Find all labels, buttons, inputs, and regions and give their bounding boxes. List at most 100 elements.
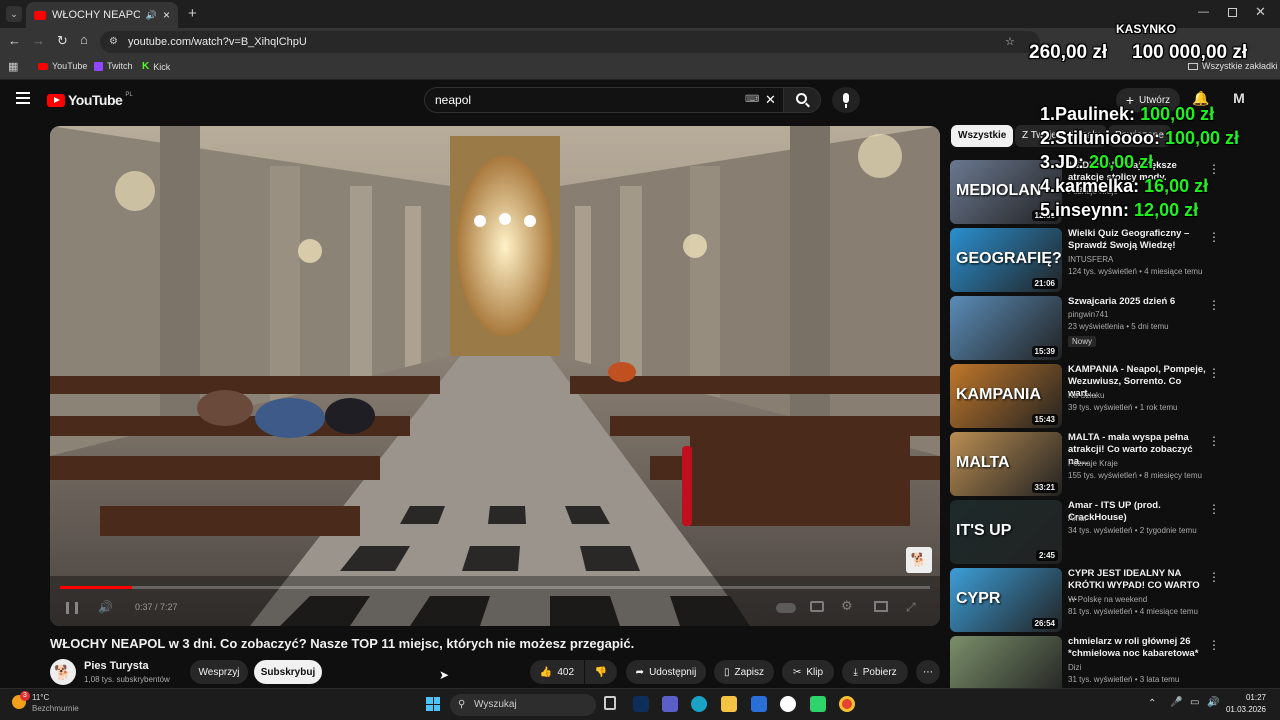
subtitles-icon[interactable] — [810, 601, 824, 612]
video-thumbnail[interactable]: CYPR 26:54 — [950, 568, 1062, 632]
app-g-icon[interactable] — [780, 696, 796, 712]
more-vertical-icon[interactable]: ⋮ — [1208, 570, 1220, 584]
voice-search-button[interactable] — [832, 87, 860, 113]
store-icon[interactable] — [751, 696, 767, 712]
forward-icon[interactable]: → — [32, 33, 45, 48]
video-title[interactable]: Szwajcaria 2025 dzień 6 — [1068, 296, 1208, 308]
video-title[interactable]: chmielarz w roli głównej 26 *chmielowa n… — [1068, 636, 1208, 660]
sidebar-video-item[interactable]: chmielarz w roli głównej 26 *chmielowa n… — [950, 636, 1270, 700]
chip-all[interactable]: Wszystkie — [951, 125, 1014, 147]
sidebar-video-item[interactable]: KAMPANIA 15:43 KAMPANIA - Neapol, Pompeje,… — [950, 364, 1270, 428]
save-button[interactable]: ▯ Zapisz — [714, 660, 774, 684]
audio-playing-icon[interactable]: 🔊 — [146, 10, 157, 21]
settings-gear-icon[interactable]: ⚙ — [841, 598, 853, 614]
app-green-icon[interactable] — [810, 696, 826, 712]
tray-mic-icon[interactable]: 🎤 — [1170, 697, 1182, 708]
close-tab-icon[interactable]: × — [163, 8, 170, 22]
task-view-icon[interactable] — [604, 696, 616, 710]
more-vertical-icon[interactable]: ⋮ — [1208, 434, 1220, 448]
channel-name[interactable]: Dizi — [1068, 663, 1081, 672]
tray-chevron-icon[interactable]: ⌃ — [1148, 698, 1156, 709]
channel-name[interactable]: Pies Turysta — [84, 660, 149, 672]
active-tab[interactable]: WŁOCHY NEAPOL w 3 dni. Co 🔊 × — [26, 2, 178, 28]
home-icon[interactable]: ⌂ — [80, 32, 88, 47]
video-thumbnail[interactable]: 15:39 — [950, 296, 1062, 360]
miniplayer-icon[interactable] — [874, 601, 888, 612]
channel-name[interactable]: Na Szlaku — [1068, 391, 1104, 400]
sidebar-video-item[interactable]: IT'S UP 2:45 Amar - ITS UP (prod. CrackHou… — [950, 500, 1270, 564]
video-thumbnail[interactable]: KAMPANIA 15:43 — [950, 364, 1062, 428]
sidebar-video-item[interactable]: GEOGRAFIĘ? 21:06 Wielki Quiz Geograficzny … — [950, 228, 1270, 292]
share-button[interactable]: ➦ Udostępnij — [626, 660, 706, 684]
autoplay-toggle[interactable] — [776, 603, 796, 613]
search-button[interactable] — [783, 87, 821, 113]
support-button[interactable]: Wesprzyj — [190, 660, 248, 684]
video-thumbnail[interactable]: GEOGRAFIĘ? 21:06 — [950, 228, 1062, 292]
video-title[interactable]: Amar - ITS UP (prod. CrackHouse) — [1068, 500, 1208, 524]
sidebar-video-item[interactable]: 15:39 Szwajcaria 2025 dzień 6 pingwin741 23… — [950, 296, 1270, 360]
apps-grid-icon[interactable]: ▦ — [8, 60, 18, 73]
tray-network-icon[interactable]: ▭ — [1190, 697, 1199, 708]
new-tab-button[interactable]: + — [188, 5, 197, 22]
taskbar-search[interactable]: ⚲ Wyszukaj — [450, 694, 596, 716]
volume-icon[interactable]: 🔊 — [98, 600, 113, 614]
progress-track[interactable] — [60, 586, 930, 589]
site-info-icon[interactable]: ⚙ — [109, 31, 118, 53]
edge-icon[interactable] — [691, 696, 707, 712]
search-input[interactable]: neapol ⌨ ✕ — [424, 87, 784, 113]
subscribe-button[interactable]: Subskrybuj — [254, 660, 322, 684]
channel-watermark-icon[interactable]: 🐕 — [906, 547, 932, 573]
more-vertical-icon[interactable]: ⋮ — [1208, 162, 1220, 176]
bookmark-youtube[interactable]: YouTube — [38, 61, 87, 71]
dislike-button[interactable]: 👎 — [585, 660, 617, 684]
download-icon: ⤓ — [853, 666, 858, 678]
more-actions-button[interactable]: ⋯ — [916, 660, 940, 684]
sidebar-video-item[interactable]: MALTA 33:21 MALTA - mała wyspa pełna atrak… — [950, 432, 1270, 496]
tray-volume-icon[interactable]: 🔊 — [1207, 697, 1219, 708]
window-close-button[interactable]: ✕ — [1255, 4, 1266, 20]
channel-name[interactable]: pingwin741 — [1068, 310, 1108, 319]
pause-button[interactable] — [66, 602, 78, 614]
bookmark-kick[interactable]: K Kick — [142, 61, 170, 72]
video-title[interactable]: Wielki Quiz Geograficzny – Sprawdź Swoją… — [1068, 228, 1208, 252]
teams-icon[interactable] — [662, 696, 678, 712]
more-vertical-icon[interactable]: ⋮ — [1208, 366, 1220, 380]
channel-avatar[interactable]: 🐕 — [50, 659, 76, 685]
clear-search-icon[interactable]: ✕ — [765, 88, 776, 112]
window-minimize-button[interactable]: — — [1198, 6, 1209, 18]
video-thumbnail[interactable]: MALTA 33:21 — [950, 432, 1062, 496]
weather-widget[interactable]: 3 11°C Bezchmurnie — [12, 691, 112, 717]
file-explorer-icon[interactable] — [721, 696, 737, 712]
channel-name[interactable]: W Polskę na weekend — [1068, 595, 1147, 604]
more-vertical-icon[interactable]: ⋮ — [1208, 502, 1220, 516]
keyboard-icon[interactable]: ⌨ — [745, 88, 759, 112]
clock-date[interactable]: 01.03.2026 — [1222, 705, 1266, 714]
url-field[interactable]: ⚙ youtube.com/watch?v=B_XihqlChpU ☆ — [100, 31, 1040, 53]
more-vertical-icon[interactable]: ⋮ — [1208, 298, 1220, 312]
channel-name[interactable]: INTUSFERA — [1068, 255, 1113, 264]
start-windows-icon[interactable] — [426, 697, 440, 711]
like-button[interactable]: 👍 402 — [530, 660, 584, 684]
channel-name[interactable]: Poznaje Kraje — [1068, 459, 1118, 468]
fullscreen-icon[interactable]: ⤢ — [906, 600, 916, 615]
video-player[interactable]: 🐕 🔊 0:37 / 7:27 ⚙ ⤢ — [50, 126, 940, 626]
window-maximize-button[interactable] — [1228, 8, 1237, 17]
account-avatar[interactable]: M — [1230, 90, 1248, 108]
bookmark-star-icon[interactable]: ☆ — [1005, 31, 1015, 53]
reload-icon[interactable]: ↻ — [57, 33, 68, 49]
more-vertical-icon[interactable]: ⋮ — [1208, 230, 1220, 244]
back-icon[interactable]: ← — [8, 33, 21, 48]
youtube-logo[interactable]: YouTube PL — [47, 92, 133, 108]
video-thumbnail[interactable]: IT'S UP 2:45 — [950, 500, 1062, 564]
chrome-icon[interactable] — [839, 696, 855, 712]
more-vertical-icon[interactable]: ⋮ — [1208, 638, 1220, 652]
menu-hamburger-icon[interactable] — [16, 92, 30, 104]
channel-name[interactable]: Amar — [1068, 514, 1087, 523]
photoshop-icon[interactable] — [633, 696, 649, 712]
bookmark-twitch[interactable]: Twitch — [94, 61, 133, 71]
sidebar-video-item[interactable]: CYPR 26:54 CYPR JEST IDEALNY NA KRÓTKI WYP… — [950, 568, 1270, 632]
tab-search-button[interactable]: ⌄ — [6, 6, 22, 22]
clock-time[interactable]: 01:27 — [1234, 693, 1266, 702]
download-button[interactable]: ⤓ Pobierz — [842, 660, 908, 684]
clip-button[interactable]: ✂ Klip — [782, 660, 834, 684]
